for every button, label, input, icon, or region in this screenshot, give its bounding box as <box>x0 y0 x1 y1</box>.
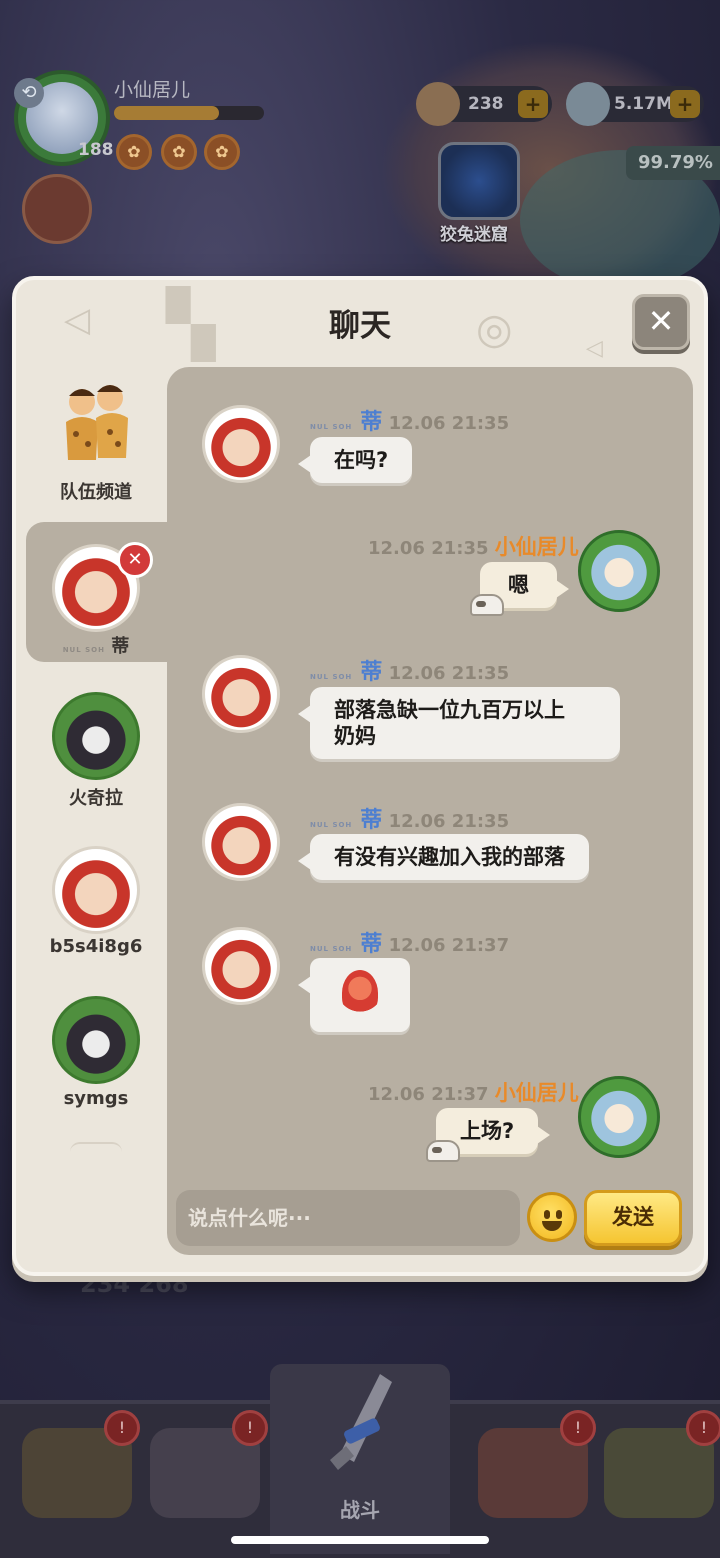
shell-icon <box>416 82 460 126</box>
nav-character-icon[interactable]: ! <box>150 1410 268 1518</box>
close-button[interactable]: ✕ <box>632 294 690 350</box>
message-meta: 12.06 21:35 小仙居儿 <box>368 531 579 561</box>
sender-avatar[interactable] <box>202 803 280 881</box>
contact-tags: NUL SOH <box>62 646 105 654</box>
sidebar-item-contact-avatar[interactable] <box>52 846 140 934</box>
alert-icon: ! <box>232 1410 268 1446</box>
home-indicator[interactable] <box>231 1536 489 1544</box>
sender-name: 小仙居儿 <box>494 535 579 559</box>
nav-totem-icon[interactable]: ! <box>604 1410 720 1518</box>
maze-label: 狡兔迷窟 <box>440 225 508 245</box>
add-resource-2-button[interactable]: + <box>670 90 700 118</box>
maze-portal-icon[interactable] <box>438 142 520 220</box>
message-time: 12.06 21:35 <box>388 413 510 434</box>
xp-bar <box>114 106 264 120</box>
alert-icon: ! <box>560 1410 596 1446</box>
sender-name: 蒂 <box>360 932 383 957</box>
message-time: 12.06 21:37 <box>388 935 510 956</box>
refresh-icon[interactable]: ⟲ <box>14 78 44 108</box>
remove-contact-icon[interactable]: ✕ <box>117 542 153 578</box>
resource-shell: 238 + <box>416 82 552 126</box>
sender-avatar[interactable] <box>202 405 280 483</box>
message-meta: NUL SOH 蒂 12.06 21:35 <box>310 660 510 685</box>
sidebar-item-contact-avatar[interactable] <box>52 692 140 780</box>
buff-badge-icon[interactable]: ✿ <box>116 134 152 170</box>
add-resource-1-button[interactable]: + <box>518 90 548 118</box>
alert-icon: ! <box>686 1410 720 1446</box>
emoji-button[interactable] <box>527 1192 577 1242</box>
message-meta: NUL SOH 蒂 12.06 21:35 <box>310 808 510 833</box>
sender-avatar[interactable] <box>202 927 280 1005</box>
sword-icon <box>330 1374 392 1470</box>
player-name: 小仙居儿 <box>114 79 191 101</box>
resource-stone: 5.17M + <box>566 82 704 126</box>
sender-name: 蒂 <box>360 808 383 833</box>
sidebar-item-contact-avatar[interactable] <box>52 996 140 1084</box>
message-bubble: 嗯 <box>470 562 569 616</box>
sender-avatar[interactable] <box>202 655 280 733</box>
sidebar-item-contact-label[interactable]: NUL SOH 蒂 <box>26 632 166 658</box>
message-meta: 12.06 21:37 小仙居儿 <box>368 1077 579 1107</box>
cat-decoration-icon <box>470 594 504 616</box>
chat-input[interactable]: 说点什么呢··· <box>176 1190 520 1246</box>
contact-name: 蒂 <box>111 636 130 657</box>
sidebar-item-contact-label[interactable]: b5s4i8g6 <box>26 936 166 957</box>
message-time: 12.06 21:35 <box>388 663 510 684</box>
nav-pet-icon[interactable]: ! <box>478 1410 596 1518</box>
message-bubble: 上场? <box>426 1108 551 1162</box>
chat-title: 聊天 <box>329 308 391 344</box>
message-bubble: 有没有兴趣加入我的部落 <box>298 834 589 880</box>
cat-decoration-icon <box>426 1140 460 1162</box>
caveman-team-icon[interactable] <box>60 382 134 466</box>
red-dragon-sticker[interactable] <box>298 958 410 1032</box>
progress-percent: 99.79% <box>626 146 720 180</box>
send-button[interactable]: 发送 <box>584 1190 682 1246</box>
message-bubble: 在吗? <box>297 437 413 483</box>
resource-1-value: 238 <box>468 94 504 114</box>
sender-name: 蒂 <box>360 410 383 435</box>
sidebar-item-team-channel[interactable]: 队伍频道 <box>26 478 166 504</box>
message-meta: NUL SOH 蒂 12.06 21:37 <box>310 932 510 957</box>
stone-icon <box>566 82 610 126</box>
resource-2-value: 5.17M <box>614 94 673 114</box>
self-avatar[interactable] <box>578 530 660 612</box>
bottom-nav: ! ! 战斗 ! ! <box>0 1364 720 1558</box>
message-meta: NUL SOH 蒂 12.06 21:35 <box>310 410 510 435</box>
message-bubble: 部落急缺一位九百万以上 奶妈 <box>298 687 620 759</box>
side-event-button[interactable] <box>22 174 92 244</box>
nav-tribe-icon[interactable]: ! <box>22 1410 140 1518</box>
alert-icon: ! <box>104 1410 140 1446</box>
message-time: 12.06 21:35 <box>388 811 510 832</box>
buff-badge-icon[interactable]: ✿ <box>161 134 197 170</box>
sidebar-more-indicator <box>70 1142 122 1152</box>
message-time: 12.06 21:37 <box>368 1084 489 1105</box>
message-time: 12.06 21:35 <box>368 538 489 559</box>
nav-battle-label: 战斗 <box>340 1498 380 1522</box>
sender-name: 蒂 <box>360 660 383 685</box>
buff-badge-icon[interactable]: ✿ <box>204 134 240 170</box>
sidebar-item-contact-label[interactable]: symgs <box>26 1088 166 1109</box>
self-avatar[interactable] <box>578 1076 660 1158</box>
sender-name: 小仙居儿 <box>494 1081 579 1105</box>
player-level: 188 <box>78 140 114 160</box>
nav-battle-tab[interactable]: 战斗 <box>270 1364 450 1554</box>
sidebar-item-contact-label[interactable]: 火奇拉 <box>26 784 166 810</box>
